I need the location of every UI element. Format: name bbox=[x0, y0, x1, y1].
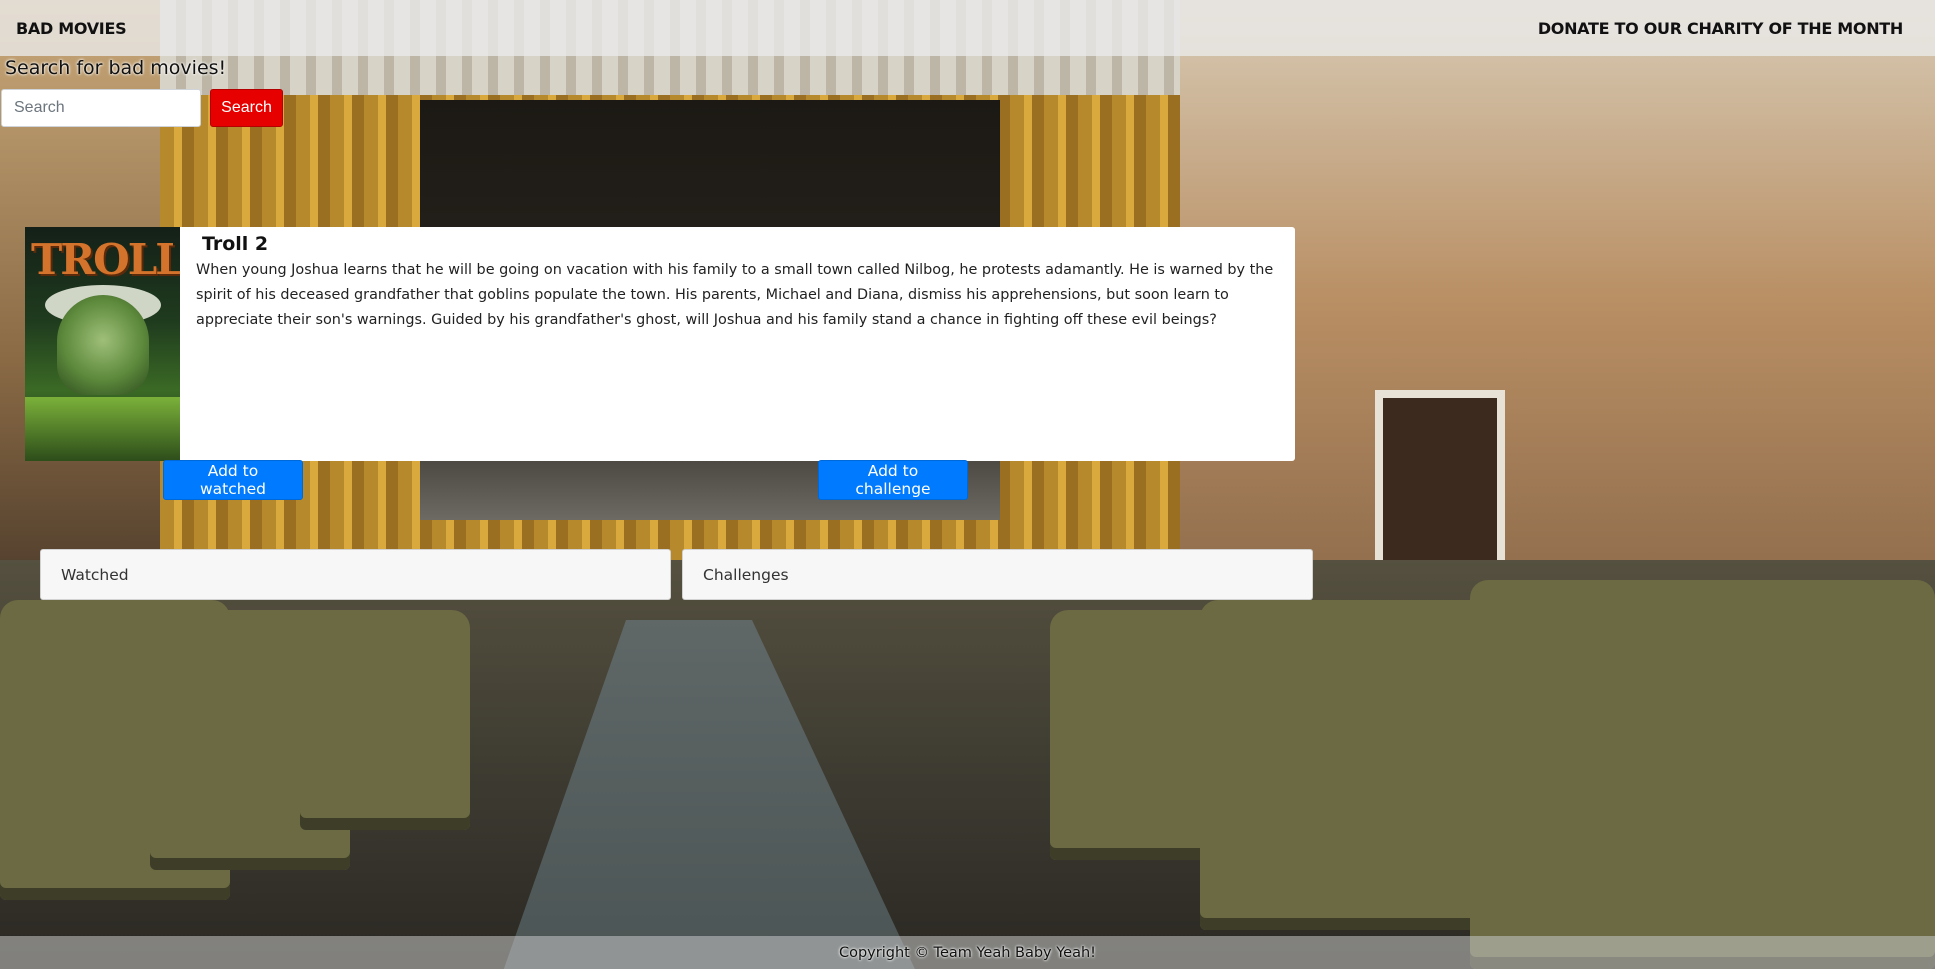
footer: Copyright © Team Yeah Baby Yeah! bbox=[0, 936, 1935, 969]
poster-face bbox=[57, 295, 149, 395]
search-input[interactable] bbox=[1, 89, 201, 127]
add-to-challenge-button[interactable]: Add to challenge bbox=[818, 460, 968, 500]
movie-plot: When young Joshua learns that he will be… bbox=[196, 262, 1274, 328]
background-seat bbox=[300, 610, 470, 830]
movie-details-panel: Troll 2 When young Joshua learns that he… bbox=[180, 227, 1295, 461]
search-heading: Search for bad movies! bbox=[5, 57, 227, 79]
background-seat bbox=[1200, 600, 1500, 930]
movie-poster: TROLL2 bbox=[25, 227, 180, 461]
background-seat bbox=[1470, 580, 1935, 969]
challenges-list-label: Challenges bbox=[703, 565, 789, 584]
donate-link[interactable]: DONATE TO OUR CHARITY OF THE MONTH bbox=[1538, 19, 1903, 38]
footer-copyright: Copyright © Team Yeah Baby Yeah! bbox=[838, 944, 1096, 961]
challenges-list[interactable]: Challenges bbox=[682, 549, 1313, 600]
watched-list[interactable]: Watched bbox=[40, 549, 671, 600]
add-to-watched-button[interactable]: Add to watched bbox=[163, 460, 303, 500]
movie-title: Troll 2 bbox=[202, 233, 269, 255]
watched-list-label: Watched bbox=[61, 565, 129, 584]
top-navbar: BAD MOVIES DONATE TO OUR CHARITY OF THE … bbox=[0, 0, 1935, 56]
poster-ground bbox=[25, 397, 180, 461]
brand-link[interactable]: BAD MOVIES bbox=[16, 19, 127, 38]
search-button[interactable]: Search bbox=[210, 89, 283, 127]
poster-title: TROLL2 bbox=[31, 235, 180, 284]
